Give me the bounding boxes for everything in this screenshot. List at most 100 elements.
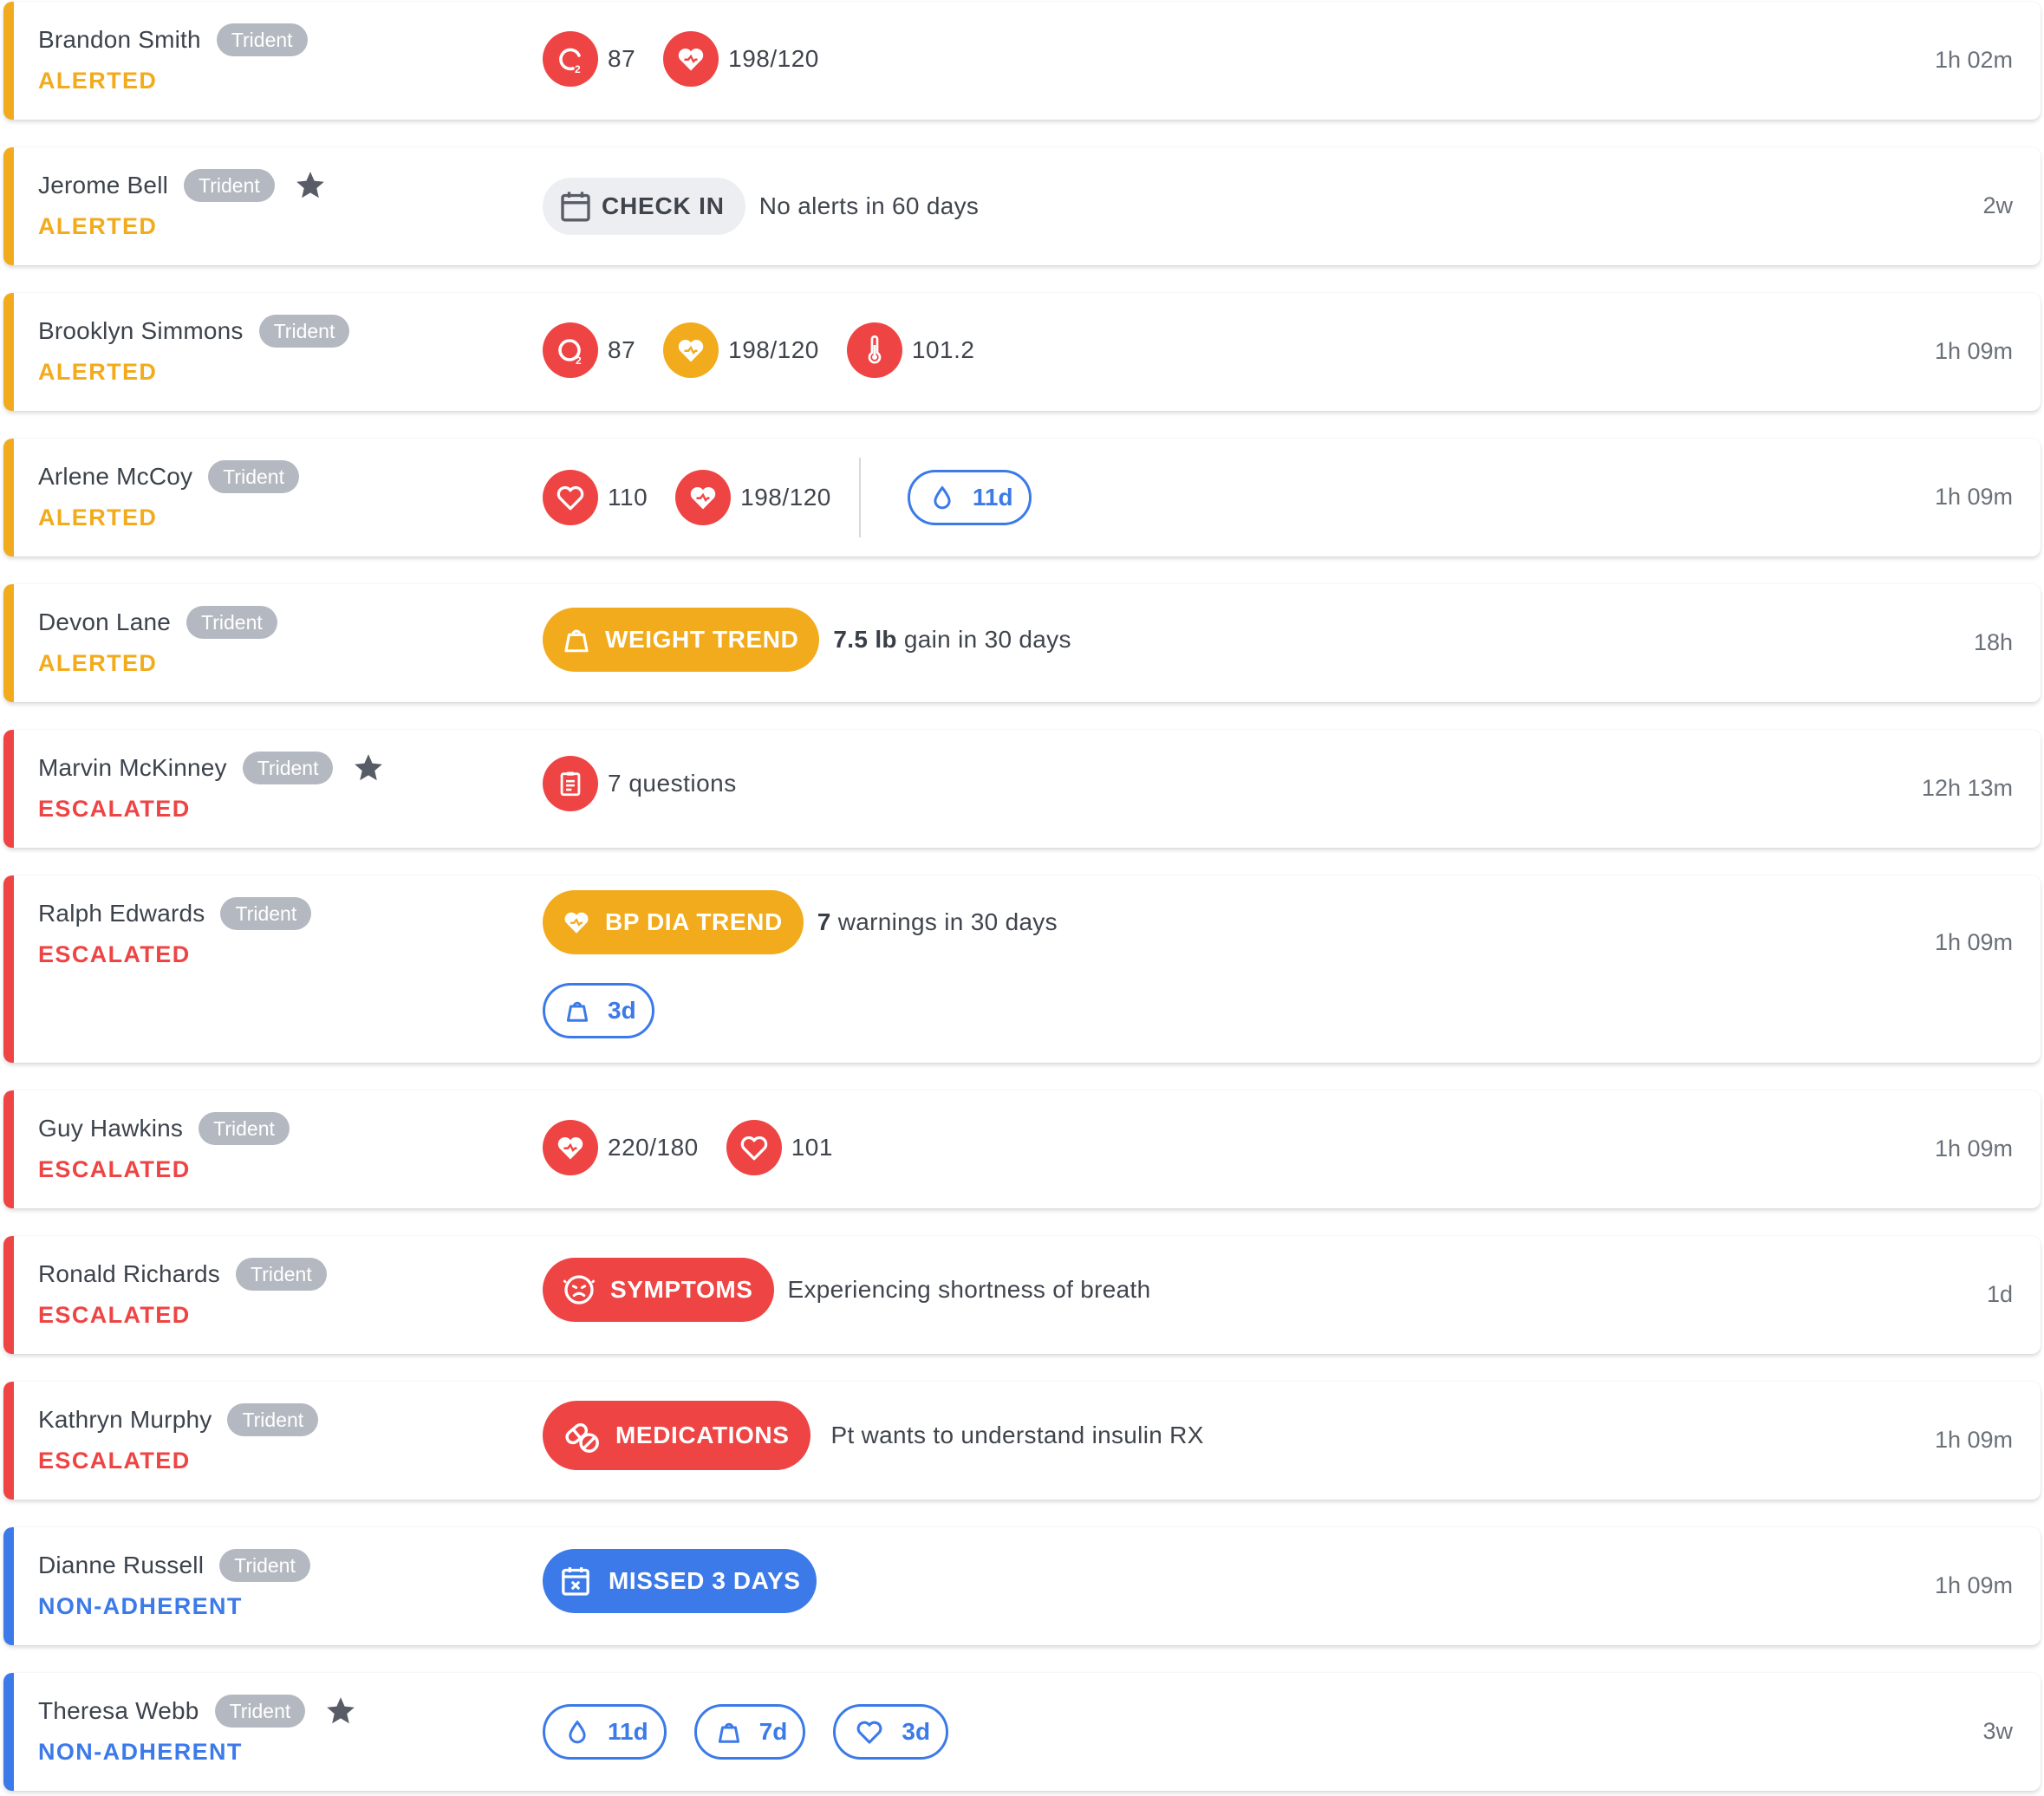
patient-row[interactable]: Dianne Russell Trident NON-ADHERENT MISS…: [3, 1527, 2041, 1645]
status-label: ALERTED: [38, 504, 158, 530]
vital-blood-pressure: 220/180: [543, 1120, 699, 1175]
drop-icon: [569, 1720, 586, 1744]
time-since: 3w: [1982, 1718, 2013, 1744]
pill-label: MEDICATIONS: [615, 1422, 790, 1448]
overdue-glucose-pill[interactable]: 11d: [907, 470, 1032, 525]
program-tag: Trident: [199, 1112, 290, 1145]
vital-value: 101.2: [911, 336, 975, 363]
time-since: 12h 13m: [1921, 775, 2013, 801]
patient-name[interactable]: Theresa Webb: [38, 1697, 199, 1725]
drop-icon: [934, 485, 951, 510]
status-bar: [3, 875, 14, 1063]
patient-row[interactable]: Theresa Webb Trident NON-ADHERENT 11d 7d…: [3, 1673, 2041, 1791]
status-label: ALERTED: [38, 650, 158, 676]
program-tag: Trident: [216, 23, 308, 56]
star-icon[interactable]: [294, 169, 327, 202]
vital-value: 110: [608, 484, 648, 511]
patient-row[interactable]: Arlene McCoy Trident ALERTED 110 198/120…: [3, 439, 2041, 556]
symptoms-pill[interactable]: SYMPTOMS: [543, 1258, 774, 1322]
pill-label: 11d: [972, 484, 1013, 511]
missed-days-pill[interactable]: MISSED 3 DAYS: [543, 1549, 817, 1613]
overdue-weight-pill[interactable]: 3d: [543, 983, 654, 1038]
vital-value: 101: [791, 1134, 833, 1161]
vital-value: 198/120: [728, 336, 819, 363]
patient-name[interactable]: Kathryn Murphy: [38, 1406, 212, 1434]
pill-description: 7.5 lb gain in 30 days: [833, 626, 1071, 653]
patient-name[interactable]: Brandon Smith: [38, 26, 201, 54]
patient-name[interactable]: Guy Hawkins: [38, 1115, 183, 1142]
vital-blood-pressure: 198/120: [663, 31, 819, 87]
patient-name[interactable]: Ronald Richards: [38, 1260, 220, 1288]
status-label: ESCALATED: [38, 1448, 191, 1474]
program-tag: Trident: [227, 1403, 319, 1436]
oxygen-icon: 2: [543, 31, 598, 87]
patient-row[interactable]: Ronald Richards Trident ESCALATED SYMPTO…: [3, 1236, 2041, 1354]
pill-description: No alerts in 60 days: [758, 192, 980, 219]
patient-row[interactable]: Kathryn Murphy Trident ESCALATED MEDICAT…: [3, 1382, 2041, 1500]
clipboard-icon: [543, 756, 598, 811]
patient-name[interactable]: Dianne Russell: [38, 1552, 204, 1579]
patient-row[interactable]: Devon Lane Trident ALERTED WEIGHT TREND …: [3, 584, 2041, 702]
time-since: 1d: [1986, 1281, 2013, 1307]
program-tag: Trident: [208, 460, 299, 493]
status-label: ESCALATED: [38, 1156, 191, 1182]
overdue-glucose-pill[interactable]: 11d: [543, 1704, 667, 1760]
status-label: ALERTED: [38, 68, 158, 94]
bp-dia-trend-pill[interactable]: BP DIA TREND: [543, 890, 804, 954]
vital-value: 220/180: [608, 1134, 699, 1161]
pill-label: 3d: [608, 997, 636, 1024]
patient-name[interactable]: Arlene McCoy: [38, 463, 192, 491]
medications-pill[interactable]: MEDICATIONS: [543, 1401, 810, 1470]
status-bar: [3, 147, 14, 265]
time-since: 2w: [1982, 192, 2013, 218]
status-bar: [3, 1236, 14, 1354]
weight-trend-pill[interactable]: WEIGHT TREND: [543, 608, 820, 672]
vital-value: 198/120: [740, 484, 831, 511]
status-bar: [3, 2, 14, 120]
patient-row[interactable]: Ralph Edwards Trident ESCALATED BP DIA T…: [3, 875, 2041, 1063]
heart-icon: [663, 322, 719, 378]
status-bar: [3, 1090, 14, 1208]
patient-row[interactable]: Marvin McKinney Trident ESCALATED 7 ques…: [3, 730, 2041, 848]
status-bar: [3, 1673, 14, 1791]
pill-label: CHECK IN: [602, 192, 725, 219]
calendar-x-icon: [562, 1567, 589, 1596]
vital-oxygen: 2 87: [543, 322, 635, 378]
pill-label: 11d: [608, 1718, 648, 1745]
status-label: NON-ADHERENT: [38, 1593, 243, 1619]
patient-list: Brandon Smith Trident ALERTED 2 87 198/1…: [0, 0, 2044, 1796]
patient-name[interactable]: Marvin McKinney: [38, 754, 227, 782]
star-icon[interactable]: [352, 752, 385, 784]
heart-icon: [675, 470, 732, 525]
vital-value: 87: [608, 45, 636, 72]
patient-row[interactable]: Guy Hawkins Trident ESCALATED 220/180 10…: [3, 1090, 2041, 1208]
program-tag: Trident: [219, 1549, 310, 1582]
patient-row[interactable]: Jerome Bell Trident ALERTED CHECK IN No …: [3, 147, 2041, 265]
patient-name[interactable]: Jerome Bell: [38, 172, 168, 199]
svg-text:2: 2: [576, 355, 582, 367]
star-icon[interactable]: [324, 1695, 357, 1728]
time-since: 1h 09m: [1934, 1136, 2013, 1162]
time-since: 18h: [1973, 629, 2013, 655]
overdue-heart-pill[interactable]: 3d: [833, 1704, 949, 1760]
patient-name[interactable]: Brooklyn Simmons: [38, 317, 244, 345]
heart-outline-icon: [856, 1721, 882, 1744]
pill-icon: [565, 1422, 599, 1453]
patient-row[interactable]: Brandon Smith Trident ALERTED 2 87 198/1…: [3, 2, 2041, 120]
overdue-weight-pill[interactable]: 7d: [693, 1704, 806, 1760]
questionnaire[interactable]: 7 questions: [543, 756, 737, 811]
program-tag: Trident: [236, 1258, 327, 1291]
pill-label: BP DIA TREND: [605, 908, 783, 935]
status-bar: [3, 293, 14, 411]
vital-value: 7 questions: [608, 770, 737, 797]
patient-row[interactable]: Brooklyn Simmons Trident ALERTED 2 87 19…: [3, 293, 2041, 411]
heart-icon: [543, 1120, 598, 1175]
vital-blood-pressure: 198/120: [675, 470, 831, 525]
patient-name[interactable]: Ralph Edwards: [38, 900, 205, 927]
time-since: 1h 09m: [1934, 1427, 2013, 1453]
heart-icon: [564, 912, 589, 934]
symptoms-icon: [563, 1275, 596, 1305]
patient-name[interactable]: Devon Lane: [38, 608, 171, 636]
pill-label: 3d: [902, 1718, 931, 1745]
check-in-pill[interactable]: CHECK IN: [543, 178, 745, 235]
